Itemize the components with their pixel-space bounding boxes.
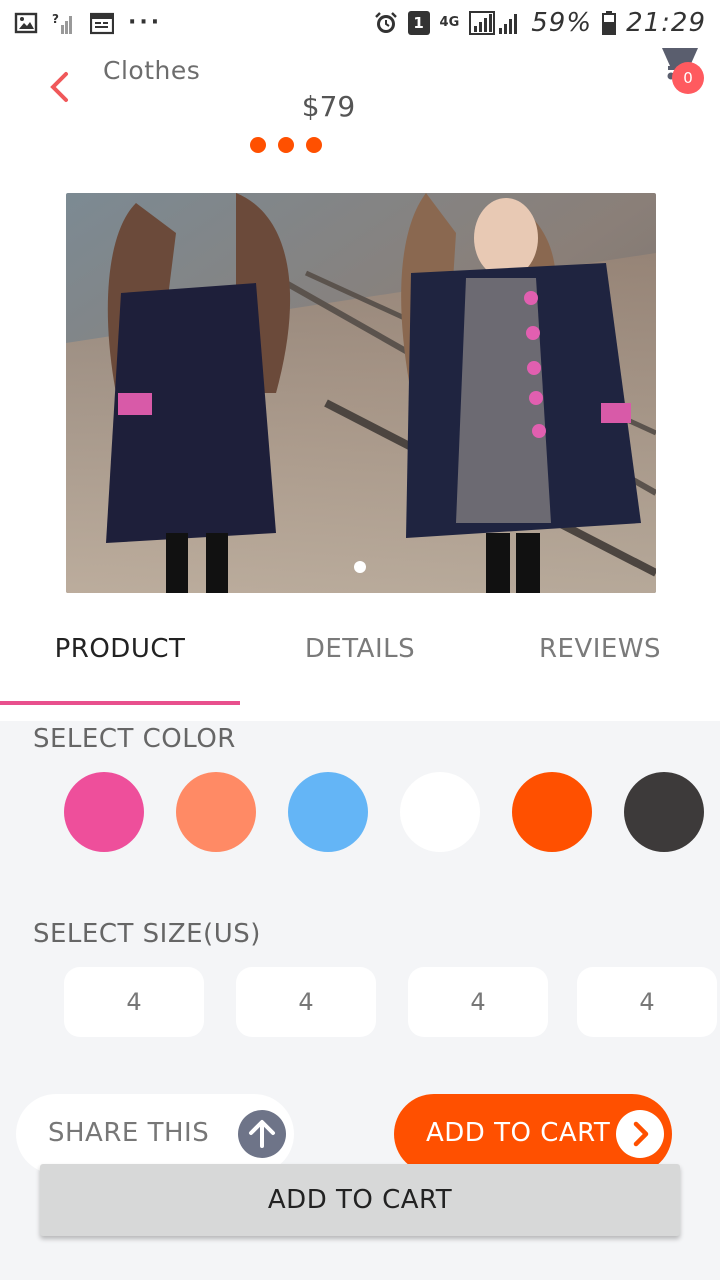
size-option[interactable]: 4 [64,967,204,1037]
status-right: 1 4G 59% 21:29 [374,8,706,38]
select-color-label: SELECT COLOR [33,724,236,754]
network-4g-icon: 4G [439,15,460,30]
signal-unknown-icon: ? [52,12,72,34]
calendar-icon [90,12,114,34]
battery-icon [602,11,617,35]
share-arrow-icon [238,1110,286,1158]
color-swatch-salmon[interactable] [176,772,256,852]
tab-details[interactable]: DETAILS [240,634,480,664]
pager-dot[interactable] [250,137,266,153]
product-photo [66,193,656,593]
status-bar: ? ··· 1 4G 59% 21:29 [0,0,720,48]
share-button[interactable]: SHARE THIS [16,1094,294,1174]
active-tab-indicator [0,701,240,705]
signal-icon [469,11,518,35]
share-label: SHARE THIS [48,1118,210,1148]
more-dots-icon: ··· [128,10,163,35]
cart-count-badge: 0 [672,62,704,94]
color-swatch-pink[interactable] [64,772,144,852]
tab-bar: PRODUCT DETAILS REVIEWS [0,610,720,706]
size-option[interactable]: 4 [577,967,717,1037]
color-swatch-blue[interactable] [288,772,368,852]
battery-percent: 59% [531,8,593,38]
add-to-cart-label: ADD TO CART [426,1118,611,1148]
color-swatch-white[interactable] [400,772,480,852]
pager-dot[interactable] [278,137,294,153]
color-swatch-orange[interactable] [512,772,592,852]
clock: 21:29 [626,8,706,38]
sim-icon: 1 [407,11,430,35]
pager-dot[interactable] [306,137,322,153]
product-image[interactable] [66,193,656,593]
status-left: ? ··· [14,10,162,35]
add-to-cart-pill-button[interactable]: ADD TO CART [394,1094,672,1174]
image-icon [14,12,38,33]
size-option[interactable]: 4 [236,967,376,1037]
tab-reviews[interactable]: REVIEWS [480,634,720,664]
color-swatch-charcoal[interactable] [624,772,704,852]
svg-text:?: ? [52,12,59,26]
select-size-label: SELECT SIZE(US) [33,919,261,949]
alarm-icon [374,12,397,33]
pager-dots [250,137,322,153]
add-to-cart-button[interactable]: ADD TO CART [40,1164,680,1236]
tab-product[interactable]: PRODUCT [0,634,240,664]
product-price: $79 [301,90,356,123]
carousel-indicator-dot[interactable] [354,561,366,573]
page-title: Clothes [103,56,201,85]
chevron-right-icon [616,1110,664,1158]
size-option[interactable]: 4 [408,967,548,1037]
